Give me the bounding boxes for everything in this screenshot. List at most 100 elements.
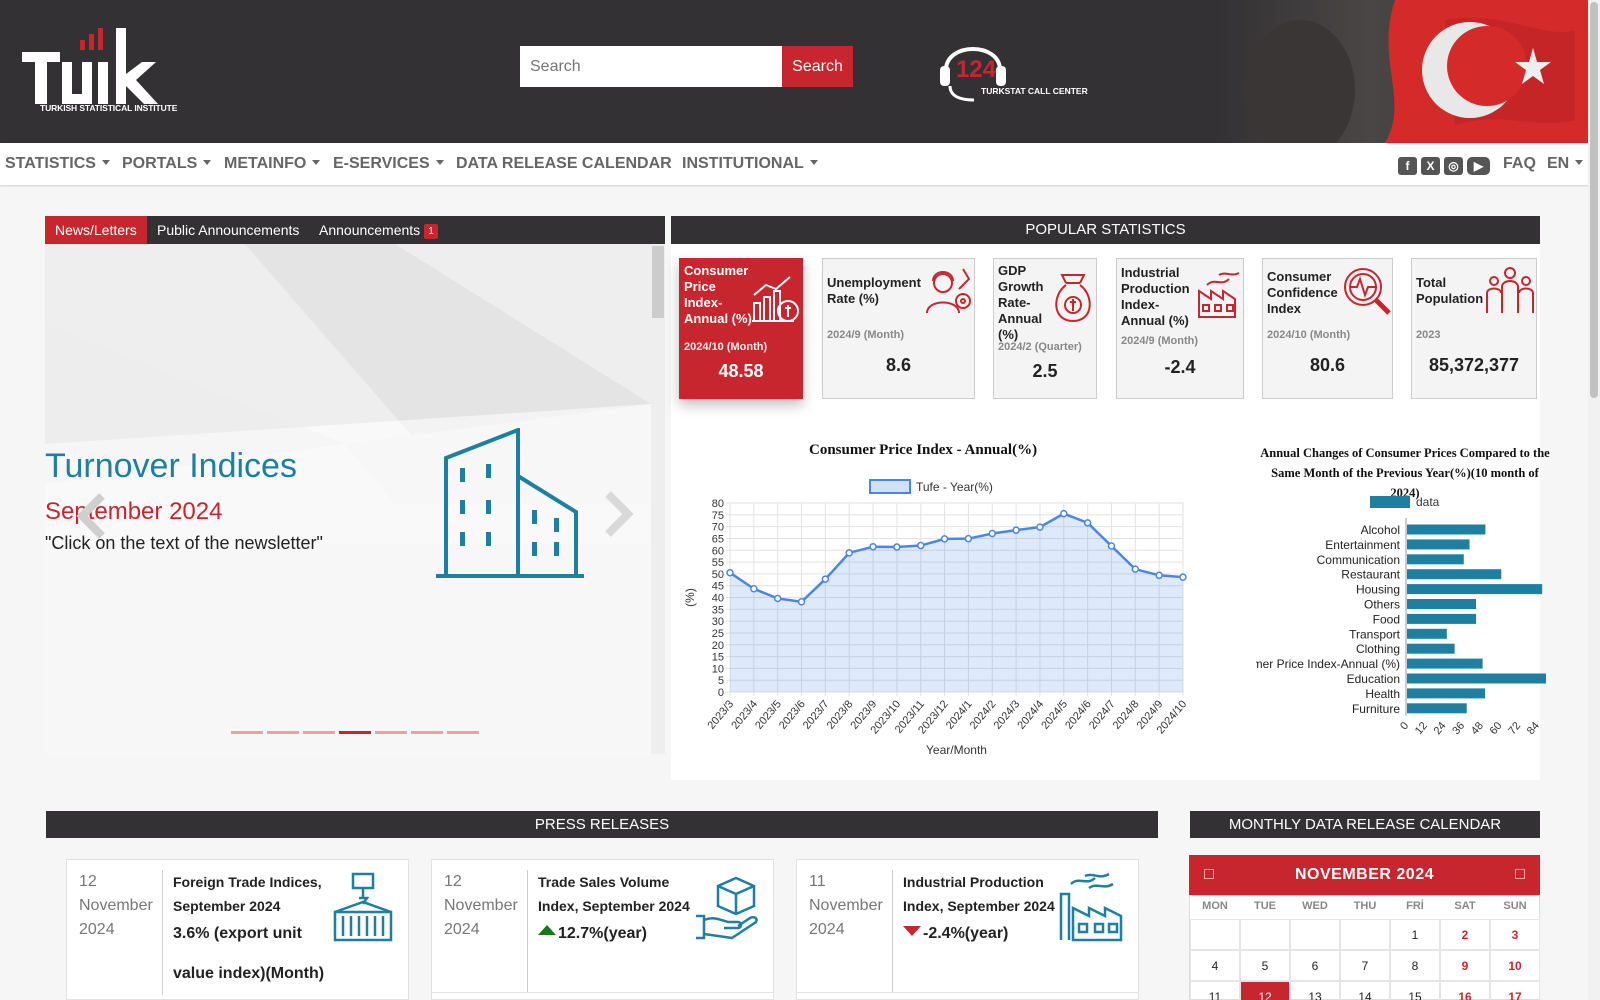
- press-release-card[interactable]: 11 November 2024 Industrial Production I…: [796, 859, 1139, 1000]
- x-tick-label: 84: [1525, 720, 1542, 737]
- calendar-day[interactable]: 14: [1340, 981, 1390, 1000]
- nav-statistics[interactable]: STATISTICS: [5, 155, 110, 173]
- y-tick-label: 70: [712, 522, 724, 534]
- prices-bar-chart[interactable]: data AlcoholEntertainmentCommunicationRes…: [1256, 494, 1546, 744]
- x-tick-label: 12: [1413, 720, 1430, 737]
- card-value: 85,372,377: [1428, 355, 1520, 375]
- nav-faq[interactable]: FAQ: [1503, 155, 1536, 173]
- tab-public-announcements[interactable]: Public Announcements: [147, 216, 309, 244]
- y-tick-label: 5: [718, 675, 724, 687]
- nav-data-release-calendar[interactable]: DATA RELEASE CALENDAR: [456, 155, 672, 173]
- slide-title[interactable]: Turnover Indices: [45, 447, 297, 486]
- card-period: 2024/2 (Quarter): [998, 341, 1082, 353]
- calendar-day[interactable]: 5: [1240, 950, 1290, 981]
- stat-card-cpi[interactable]: Consumer Price Index-Annual (%) 2024/10 …: [679, 258, 803, 399]
- bar: [1407, 524, 1486, 535]
- chevron-down-icon: [809, 160, 818, 165]
- card-title: Unemployment Rate (%): [827, 275, 921, 306]
- calendar-day-of-week: SUN: [1503, 900, 1527, 912]
- calendar-next-button[interactable]: [1515, 869, 1525, 879]
- x-tick-label: 24: [1432, 720, 1449, 737]
- data-point: [1179, 573, 1187, 581]
- y-tick-label: 50: [712, 569, 724, 581]
- slider-dot[interactable]: [303, 731, 335, 734]
- calendar-day[interactable]: 6: [1290, 950, 1340, 981]
- stat-card-population[interactable]: Total Population 2023 85,372,377: [1411, 258, 1537, 399]
- category-label: Entertainment: [1325, 538, 1400, 552]
- bar: [1407, 569, 1502, 580]
- chevron-down-icon: [203, 160, 212, 165]
- callcenter-number: 124: [956, 56, 997, 83]
- callcenter-label: TURKSTAT CALL CENTER: [981, 86, 1088, 96]
- slider-dot[interactable]: [375, 731, 407, 734]
- nav-institutional[interactable]: INSTITUTIONAL: [682, 155, 818, 173]
- tab-news-letters[interactable]: News/Letters: [45, 216, 147, 244]
- chevron-left-icon[interactable]: [76, 493, 106, 539]
- calendar-day[interactable]: 13: [1290, 981, 1340, 1000]
- calendar-empty-day: [1290, 919, 1340, 950]
- search-input[interactable]: [520, 46, 782, 87]
- slider-scrollbar[interactable]: [651, 244, 665, 754]
- slide-subtitle[interactable]: September 2024: [45, 498, 222, 526]
- press-release-card[interactable]: 12 November 2024 Trade Sales Volume Inde…: [431, 859, 774, 1000]
- page-scrollbar-thumb[interactable]: [1590, 2, 1598, 398]
- factory-icon: [1059, 872, 1123, 942]
- calendar-prev-button[interactable]: [1204, 869, 1214, 879]
- slider-dot[interactable]: [447, 731, 479, 734]
- calendar-day[interactable]: 1: [1390, 919, 1440, 950]
- bar: [1407, 658, 1483, 669]
- stat-card-gdp[interactable]: GDP Growth Rate-Annual (%) 2024/2 (Quart…: [993, 258, 1097, 399]
- stat-card-industrial-production[interactable]: Industrial Production Index-Annual (%) 2…: [1116, 258, 1244, 399]
- press-title[interactable]: Industrial Production Index, September 2…: [903, 870, 1063, 918]
- category-label: Education: [1347, 672, 1400, 686]
- legend-swatch: [1370, 496, 1410, 508]
- nav-e-services[interactable]: E-SERVICES: [333, 155, 444, 173]
- stat-card-consumer-confidence[interactable]: Consumer Confidence Index 2024/10 (Month…: [1262, 258, 1393, 399]
- calendar-day[interactable]: 16: [1440, 981, 1490, 1000]
- nav-portals[interactable]: PORTALS: [122, 155, 212, 173]
- hand-box-icon: [696, 876, 758, 940]
- slider-dot[interactable]: [267, 731, 299, 734]
- calendar-day[interactable]: 2: [1440, 919, 1490, 950]
- instagram-icon[interactable]: ◎: [1444, 157, 1463, 175]
- calendar-day[interactable]: 3: [1490, 919, 1540, 950]
- calendar-day[interactable]: 10: [1490, 950, 1540, 981]
- slider-scroll-thumb[interactable]: [652, 246, 664, 318]
- data-point: [1036, 523, 1044, 531]
- tab-announcements[interactable]: Announcements 1: [309, 216, 448, 244]
- calendar-day[interactable]: 17: [1490, 981, 1540, 1000]
- nav-metainfo[interactable]: METAINFO: [224, 155, 321, 173]
- calendar-day[interactable]: 8: [1390, 950, 1440, 981]
- language-selector[interactable]: EN: [1547, 155, 1584, 173]
- chevron-right-icon[interactable]: [604, 491, 634, 537]
- calendar-day[interactable]: 9: [1440, 950, 1490, 981]
- search-button[interactable]: Search: [782, 46, 853, 87]
- calendar-empty-day: [1240, 919, 1290, 950]
- calendar-day[interactable]: 7: [1340, 950, 1390, 981]
- data-point: [916, 541, 925, 550]
- x-icon[interactable]: X: [1421, 157, 1440, 175]
- press-title[interactable]: Foreign Trade Indices, September 2024: [173, 870, 333, 918]
- card-value: 80.6: [1309, 355, 1346, 375]
- card-period: 2024/10 (Month): [1267, 329, 1351, 341]
- facebook-icon[interactable]: f: [1398, 157, 1417, 175]
- youtube-icon[interactable]: ▶: [1467, 157, 1490, 175]
- press-title[interactable]: Trade Sales Volume Index, September 2024: [538, 870, 698, 918]
- calendar-day[interactable]: 15: [1390, 981, 1440, 1000]
- calendar-day[interactable]: 4: [1190, 950, 1240, 981]
- x-tick-label: 48: [1469, 720, 1486, 737]
- slider-dot[interactable]: [411, 731, 443, 734]
- slider-dot-active[interactable]: [339, 731, 371, 734]
- worker-gear-icon: [926, 268, 971, 314]
- press-release-card[interactable]: 12 November 2024 Foreign Trade Indices, …: [66, 859, 409, 1000]
- slider-dot[interactable]: [231, 731, 263, 734]
- building-icon: [436, 428, 584, 578]
- category-label: Consumer Price Index-Annual (%): [1256, 657, 1400, 671]
- y-tick-label: 10: [712, 663, 724, 675]
- calendar-day[interactable]: 12: [1240, 981, 1290, 1000]
- press-date: 12 November 2024: [79, 873, 153, 938]
- y-tick-label: 15: [712, 652, 724, 664]
- cpi-line-chart[interactable]: 051015202530354045505560657075802023/320…: [680, 470, 1200, 760]
- calendar-day[interactable]: 11: [1190, 981, 1240, 1000]
- stat-card-unemployment[interactable]: Unemployment Rate (%) 2024/9 (Month) 8.6: [822, 258, 975, 399]
